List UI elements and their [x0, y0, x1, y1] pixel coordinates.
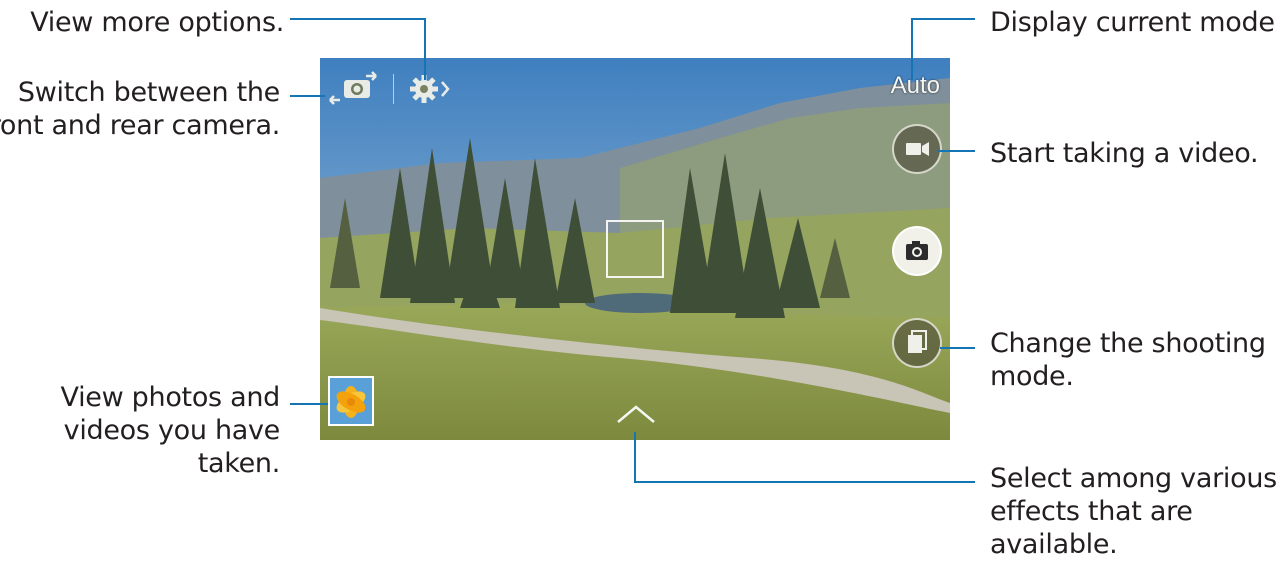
callout-line: Start taking a video. — [990, 138, 1259, 169]
effects-button[interactable] — [614, 402, 658, 430]
callout-line: Select among various — [990, 463, 1276, 494]
callout-line: View more options. — [30, 7, 284, 38]
callout-line: videos you have — [63, 415, 281, 446]
camera-switch-icon — [329, 71, 377, 105]
callout-line: front and rear camera. — [0, 110, 280, 141]
callout-switch-camera: Switch between the front and rear camera… — [0, 76, 280, 142]
camera-viewfinder[interactable]: Auto — [320, 58, 950, 440]
callout-shooting-mode: Change the shooting mode. — [990, 327, 1266, 393]
capture-button[interactable] — [892, 226, 942, 276]
camera-switch-button[interactable] — [324, 70, 384, 106]
callout-line: taken. — [197, 448, 281, 479]
shooting-mode-button[interactable] — [892, 318, 942, 368]
callout-line: effects that are — [990, 496, 1193, 527]
callout-line: Switch between the — [17, 77, 280, 108]
camera-icon — [906, 241, 928, 260]
chevron-up-icon — [617, 405, 655, 423]
current-mode-label: Auto — [890, 72, 940, 99]
settings-button[interactable] — [406, 72, 454, 106]
callout-view-more-options: View more options. — [30, 6, 284, 39]
callout-line: mode. — [990, 361, 1074, 392]
video-camera-icon — [906, 142, 929, 156]
video-record-button[interactable] — [892, 124, 942, 174]
focus-frame — [606, 220, 664, 278]
callout-line: available. — [990, 529, 1118, 560]
callout-effects: Select among various effects that are av… — [990, 462, 1276, 561]
callout-line: Display current mode. — [990, 7, 1276, 38]
gear-icon — [410, 75, 450, 103]
callout-gallery: View photos and videos you have taken. — [60, 381, 281, 480]
gallery-thumbnail-button[interactable] — [328, 376, 374, 426]
callout-current-mode: Display current mode. — [990, 6, 1276, 39]
stacked-frames-icon — [908, 330, 927, 353]
gallery-flower-icon — [330, 378, 372, 424]
chevron-right-icon — [441, 81, 450, 97]
topbar-divider — [393, 74, 394, 104]
callout-start-video: Start taking a video. — [990, 137, 1259, 170]
callout-line: Change the shooting — [990, 328, 1266, 359]
callout-line: View photos and — [60, 382, 281, 413]
